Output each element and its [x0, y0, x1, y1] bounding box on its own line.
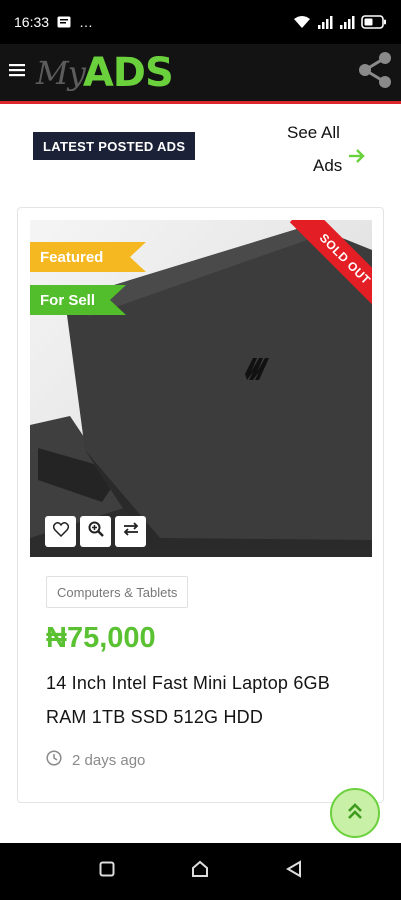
wishlist-button[interactable]	[45, 516, 76, 547]
heart-icon	[52, 521, 69, 542]
back-button[interactable]	[274, 852, 314, 892]
listing-card[interactable]: Featured For Sell SOLD OUT Computers & T…	[17, 207, 384, 803]
back-triangle-icon	[285, 860, 303, 883]
posted-time: 2 days ago	[46, 750, 145, 770]
zoom-icon	[88, 521, 104, 542]
see-all-line1: See All	[287, 123, 340, 142]
share-button[interactable]	[349, 43, 401, 103]
double-chevron-up-icon	[346, 801, 364, 826]
status-bar: 16:33 …	[0, 0, 401, 44]
signal-icon-2	[339, 15, 355, 29]
listing-price: ₦75,000	[46, 622, 156, 654]
category-tag[interactable]: Computers & Tablets	[46, 576, 189, 608]
recents-square-icon	[99, 861, 115, 882]
recents-button[interactable]	[87, 852, 127, 892]
home-icon	[190, 859, 210, 884]
arrow-right-icon	[348, 143, 366, 176]
system-navigation-bar	[0, 843, 401, 900]
see-all-ads-link[interactable]: See All Ads	[276, 116, 376, 186]
latest-posted-ads-badge: LATEST POSTED ADS	[33, 132, 196, 160]
hamburger-icon	[9, 62, 25, 83]
share-icon	[356, 50, 394, 95]
myads-logo[interactable]: My ADS	[36, 43, 174, 103]
see-all-line2: Ads	[313, 156, 343, 175]
message-notification-icon	[57, 16, 71, 28]
quick-view-button[interactable]	[80, 516, 111, 547]
featured-ribbon: Featured	[30, 242, 146, 272]
status-time: 16:33	[14, 14, 50, 30]
clock-icon	[46, 750, 62, 770]
menu-button[interactable]	[0, 43, 34, 103]
listing-image[interactable]: Featured For Sell SOLD OUT	[30, 220, 372, 557]
sold-out-corner: SOLD OUT	[286, 220, 372, 306]
wifi-icon	[293, 15, 311, 29]
posted-time-text: 2 days ago	[72, 751, 146, 769]
listing-actions	[45, 516, 146, 547]
scroll-to-top-button[interactable]	[330, 788, 380, 838]
sold-out-label: SOLD OUT	[289, 220, 372, 306]
more-notifications-dots: …	[79, 14, 94, 30]
signal-icon-1	[317, 15, 333, 29]
logo-my-text: My	[36, 53, 86, 92]
logo-ads-text: ADS	[82, 49, 174, 96]
compare-icon	[123, 522, 139, 541]
compare-button[interactable]	[115, 516, 146, 547]
app-header: My ADS	[0, 44, 401, 104]
listing-title[interactable]: 14 Inch Intel Fast Mini Laptop 6GB RAM 1…	[46, 666, 366, 734]
battery-icon	[361, 15, 387, 29]
latest-ads-section-header: LATEST POSTED ADS See All Ads	[0, 104, 401, 204]
home-button[interactable]	[180, 852, 220, 892]
for-sell-ribbon: For Sell	[30, 285, 126, 315]
